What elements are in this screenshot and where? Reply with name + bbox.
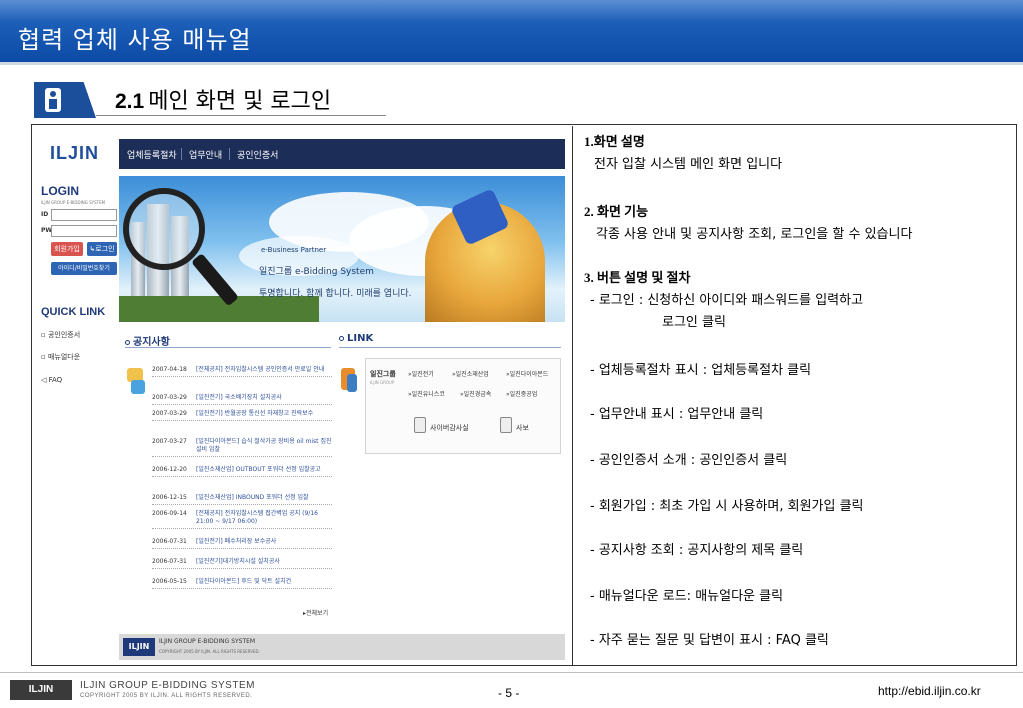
- id-input[interactable]: [51, 209, 117, 221]
- footer-copyright: COPYRIGHT 2005 BY ILJIN. ALL RIGHTS RESE…: [80, 693, 253, 699]
- desc-item-login-cont: 로그인 클릭: [662, 315, 726, 330]
- desc-text-1: 전자 입찰 시스템 메인 화면 입니다: [594, 157, 783, 172]
- desc-heading-2: 2. 화면 기능: [584, 204, 649, 219]
- website-screenshot: ILJIN 업체등록절차 업무안내 공인인증서 LOGIN ILJIN GROU…: [33, 126, 573, 665]
- quick-link-certificate[interactable]: ▫ 공인인증서: [41, 330, 80, 340]
- desc-item-certificate: - 공인인증서 소개 : 공인인증서 클릭: [590, 453, 788, 468]
- desc-item-login: - 로그인 : 신청하신 아이디와 패스워드를 입력하고: [590, 293, 864, 308]
- desc-item-notice: - 공지사항 조회 : 공지사항의 제목 클릭: [590, 543, 804, 558]
- link-iljin-electric[interactable]: »일진전기: [408, 369, 434, 378]
- cyber-audit-link[interactable]: 사이버감사실: [430, 423, 469, 433]
- notice-row[interactable]: 2006-12-15 [일진소재산업] INBOUND 포워더 선정 입찰: [152, 494, 332, 505]
- link-icon: [339, 364, 359, 394]
- link-iljin-diamond[interactable]: »일진다이아몬드: [506, 369, 548, 378]
- info-icon: [34, 82, 96, 118]
- link-iljin-light-metal[interactable]: »일진경금속: [460, 389, 491, 398]
- notice-row[interactable]: 2007-04-18 [전체공지] 전자입찰시스템 공인인증서 만료일 안내: [152, 366, 332, 377]
- notice-more-link[interactable]: ▸전체보기: [303, 608, 328, 617]
- find-account-button[interactable]: 아이디/비밀번호찾기: [51, 262, 117, 275]
- notice-row[interactable]: 2006-09-14 [전체공지] 전자입찰시스템 접간벽업 공지 (9/16 2…: [152, 510, 332, 529]
- quick-link-faq[interactable]: ◁ FAQ: [41, 376, 62, 384]
- pw-input[interactable]: [51, 225, 117, 237]
- notice-row[interactable]: 2006-07-31 [일진전기] 폐수처리장 보수공사: [152, 538, 332, 549]
- section-title-text: 메인 화면 및 로그인: [148, 89, 332, 114]
- link-iljin-unisco[interactable]: »일진유니스코: [408, 389, 445, 398]
- footer-copyright: COPYRIGHT 2005 BY ILJIN. ALL RIGHTS RESE…: [159, 649, 260, 654]
- banner-line2: 일진그룹 e-Bidding System: [259, 267, 374, 277]
- banner-line3: 투명합니다. 함께 합니다. 미래를 엽니다.: [259, 289, 412, 299]
- banner-line1: e-Business Partner: [261, 246, 327, 254]
- desc-item-join: - 회원가입 : 최초 가입 시 사용하며, 회원가입 클릭: [590, 499, 864, 514]
- login-panel: LOGIN ILJIN GROUP E-BIDDING SYSTEM ID PW…: [35, 182, 121, 282]
- notice-row[interactable]: 2007-03-29 [일진전기] 반월공장 통신선 자재창고 진락보수: [152, 410, 332, 421]
- site-footer: ILJIN ILJIN GROUP E-BIDDING SYSTEM COPYR…: [119, 634, 565, 660]
- page-number: - 5 -: [498, 686, 520, 700]
- header-divider: [0, 62, 1023, 65]
- nav-work-guide[interactable]: 업무안내: [189, 148, 222, 161]
- desc-text-2: 각종 사용 안내 및 공지사항 조회, 로그인을 할 수 있습니다: [596, 227, 913, 242]
- footer-system-name: ILJIN GROUP E-BIDDING SYSTEM: [80, 680, 255, 691]
- nav-registration-procedure[interactable]: 업체등록절차: [127, 148, 177, 161]
- desc-item-registration: - 업체등록절차 표시 : 업체등록절차 클릭: [590, 363, 812, 378]
- footer-url[interactable]: http://ebid.iljin.co.kr: [878, 684, 981, 698]
- login-title: LOGIN: [41, 184, 79, 198]
- link-brand-sub: ILJIN GROUP: [370, 380, 395, 385]
- desc-heading-3: 3. 버튼 설명 및 절차: [584, 270, 691, 285]
- section-underline: [96, 115, 386, 116]
- footer-iljin-logo: ILJIN: [10, 680, 72, 700]
- link-iljin-heavy-industries[interactable]: »일진중공업: [506, 389, 537, 398]
- login-button[interactable]: ↳로그인: [87, 242, 117, 256]
- content-frame: ILJIN 업체등록절차 업무안내 공인인증서 LOGIN ILJIN GROU…: [31, 124, 1017, 666]
- quick-link-title: QUICK LINK: [41, 306, 106, 318]
- notice-row[interactable]: 2007-03-27 [일진다이아몬드] 습식 절삭가공 장비용 oil mist…: [152, 438, 332, 457]
- footer-divider: [0, 672, 1023, 673]
- login-subtitle: ILJIN GROUP E-BIDDING SYSTEM: [41, 200, 106, 205]
- description-pane: 1.화면 설명 전자 입찰 시스템 메인 화면 입니다 2. 화면 기능 각종 …: [574, 125, 1016, 665]
- cyber-audit-icon: [414, 417, 426, 433]
- link-brand: 일진그룹: [370, 370, 396, 378]
- notice-icon: [125, 366, 147, 394]
- newsletter-link[interactable]: 사보: [516, 423, 529, 433]
- desc-heading-1: 1.화면 설명: [584, 134, 645, 149]
- main-banner: e-Business Partner 일진그룹 e-Bidding System…: [119, 176, 565, 322]
- iljin-logo[interactable]: ILJIN: [50, 143, 118, 175]
- link-title: LINK: [339, 333, 373, 344]
- notice-row[interactable]: 2006-12-20 [일진소재산업] OUTBOUT 포워더 선정 입찰공고: [152, 466, 332, 477]
- link-iljin-materials[interactable]: »일진소재산업: [452, 369, 489, 378]
- section-number: 2.1: [115, 90, 145, 113]
- link-panel: 일진그룹 ILJIN GROUP »일진전기 »일진소재산업 »일진다이아몬드 …: [365, 358, 561, 454]
- footer-system-name: ILJIN GROUP E-BIDDING SYSTEM: [159, 638, 256, 645]
- slide-title: 협력 업체 사용 매뉴얼: [18, 26, 252, 54]
- footer-logo: ILJIN: [123, 638, 155, 656]
- id-label: ID: [41, 211, 49, 218]
- section-title: 2.1 메인 화면 및 로그인: [115, 83, 331, 115]
- newsletter-icon: [500, 417, 512, 433]
- slide-header: 협력 업체 사용 매뉴얼: [0, 0, 1023, 62]
- top-nav: 업체등록절차 업무안내 공인인증서: [119, 139, 565, 169]
- notice-title: 공지사항: [125, 333, 170, 348]
- notice-row[interactable]: 2006-05-15 [일진다이아몬드] 후드 및 닥트 설치건: [152, 578, 332, 589]
- desc-item-work-guide: - 업무안내 표시 : 업무안내 클릭: [590, 407, 764, 422]
- notice-row[interactable]: 2006-07-31 [일진전기]대기방지시설 설치공사: [152, 558, 332, 569]
- quick-link-manual-download[interactable]: ▫ 매뉴얼다운: [41, 352, 80, 362]
- desc-item-faq: - 자주 묻는 질문 및 답변이 표시 : FAQ 클릭: [590, 633, 829, 648]
- join-button[interactable]: 회원가입: [51, 242, 83, 256]
- magnifier-image: [123, 188, 205, 270]
- notice-row[interactable]: 2007-03-29 [일진전기] 국소배기장치 설치공사: [152, 394, 332, 405]
- nav-certificate[interactable]: 공인인증서: [237, 148, 278, 161]
- desc-item-manual: - 매뉴얼다운 로드: 매뉴얼다운 클릭: [590, 589, 784, 604]
